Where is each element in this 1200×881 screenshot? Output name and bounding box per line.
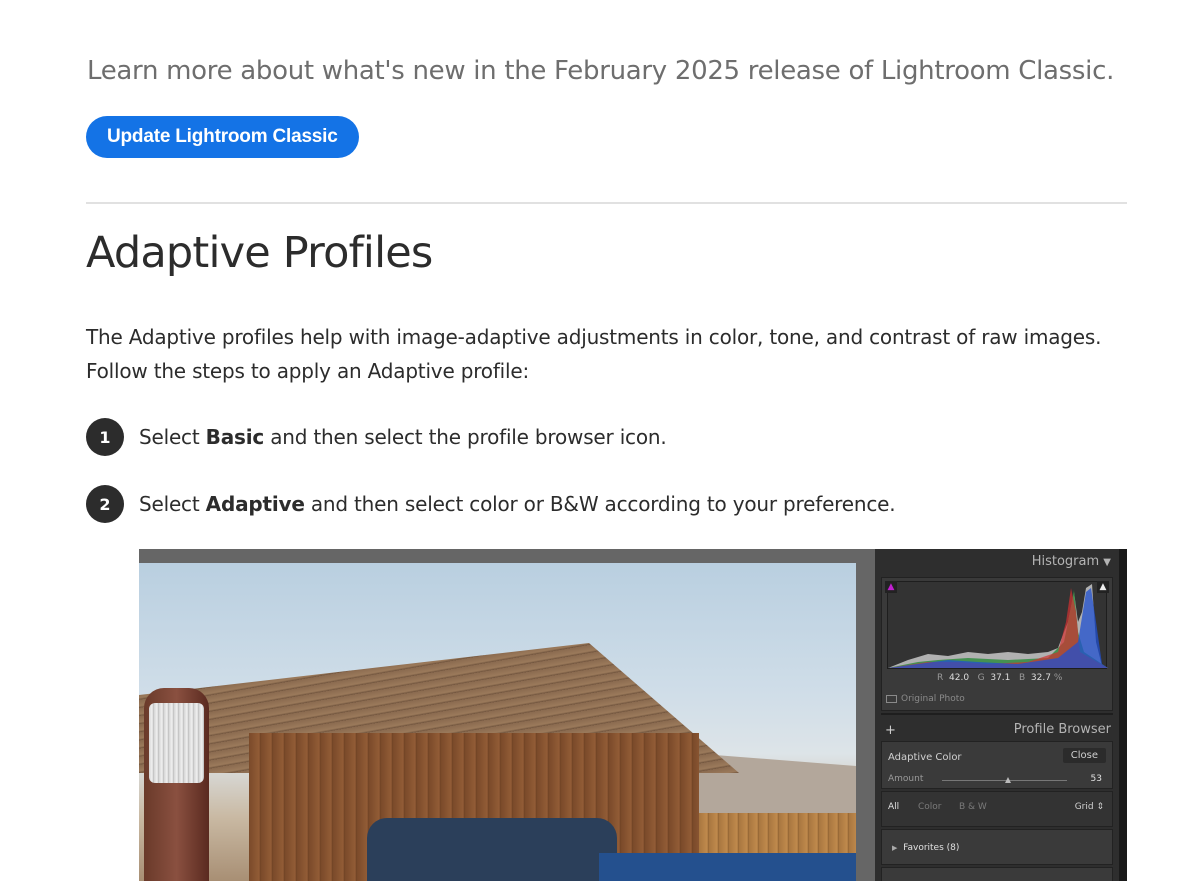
- section-divider: [86, 202, 1127, 204]
- highlight-clipping-icon[interactable]: ▲: [1097, 581, 1109, 593]
- amount-label: Amount: [888, 774, 924, 784]
- panel-scrollbar[interactable]: [1119, 549, 1127, 881]
- filter-color[interactable]: Color: [918, 802, 942, 812]
- original-photo-label: Original Photo: [901, 694, 965, 704]
- profile-filters: All Color B & W Grid ⇕: [881, 791, 1113, 827]
- slider-knob-icon[interactable]: [1005, 777, 1012, 783]
- favorites-text: Favorites (8): [903, 843, 960, 853]
- step-2-text: Select Adaptive and then select color or…: [139, 492, 896, 516]
- profile-browser-title: Profile Browser: [1013, 722, 1111, 737]
- histogram-graph: [888, 584, 1108, 668]
- update-lightroom-button[interactable]: Update Lightroom Classic: [86, 116, 359, 158]
- histogram-title: Histogram: [1031, 554, 1100, 569]
- b-label: B: [1019, 673, 1026, 683]
- step-2: 2 Select Adaptive and then select color …: [86, 485, 896, 523]
- histogram-box: ▲ ▲ R 42.0 G 37.1 B 32.7 % Original Phot…: [881, 577, 1113, 711]
- photo-preview: [139, 563, 856, 881]
- close-button[interactable]: Close: [1062, 748, 1106, 763]
- next-group[interactable]: [881, 867, 1113, 881]
- view-label: Grid: [1074, 802, 1094, 812]
- original-photo-toggle[interactable]: Original Photo: [886, 694, 965, 704]
- amount-value[interactable]: 53: [1091, 774, 1102, 784]
- r-label: R: [937, 673, 944, 683]
- b-value: 32.7: [1030, 673, 1051, 683]
- view-dropdown[interactable]: Grid ⇕: [1075, 802, 1104, 812]
- shadow-clipping-icon[interactable]: ▲: [885, 581, 897, 593]
- r-value: 42.0: [949, 673, 970, 683]
- g-label: G: [977, 673, 985, 683]
- step-1-bold: Basic: [205, 425, 265, 449]
- percent-unit: %: [1053, 673, 1063, 683]
- gas-pump-globe: [149, 703, 204, 783]
- histogram-plot: [887, 581, 1108, 669]
- step-2-prefix: Select: [139, 492, 206, 516]
- rgb-readout: R 42.0 G 37.1 B 32.7 %: [937, 673, 1062, 683]
- section-title: Adaptive Profiles: [86, 228, 433, 278]
- step-1-text: Select Basic and then select the profile…: [139, 425, 667, 449]
- truck-bed: [599, 853, 856, 881]
- filter-bw[interactable]: B & W: [959, 802, 987, 812]
- profile-card: Adaptive Color Close Amount 53: [881, 741, 1113, 789]
- profile-name: Adaptive Color: [888, 752, 962, 763]
- amount-slider[interactable]: [942, 777, 1067, 783]
- favorites-label: ▶ Favorites (8): [892, 843, 959, 853]
- intro-text: Learn more about what's new in the Febru…: [87, 56, 1115, 86]
- photo-frame: [139, 549, 875, 881]
- step-1-prefix: Select: [139, 425, 206, 449]
- g-value: 37.1: [990, 673, 1011, 683]
- disclosure-triangle-icon: ▶: [892, 844, 898, 852]
- step-number-badge: 1: [86, 418, 124, 456]
- favorites-group[interactable]: ▶ Favorites (8): [881, 829, 1113, 865]
- histogram-header[interactable]: Histogram ▼: [1032, 554, 1111, 569]
- panel-separator: [881, 713, 1113, 715]
- plus-icon[interactable]: +: [885, 723, 896, 738]
- step-1: 1 Select Basic and then select the profi…: [86, 418, 667, 456]
- triangle-down-icon[interactable]: ▼: [1103, 557, 1111, 568]
- step-1-suffix: and then select the profile browser icon…: [264, 425, 667, 449]
- chevron-updown-icon: ⇕: [1096, 802, 1104, 812]
- filter-all[interactable]: All: [888, 802, 899, 812]
- truck-cab: [367, 818, 617, 881]
- section-description: The Adaptive profiles help with image-ad…: [86, 325, 1102, 383]
- lightroom-screenshot: Histogram ▼ ▲ ▲ R 42.0 G 37.1 B 32.7 % O…: [139, 549, 1127, 881]
- step-number-badge: 2: [86, 485, 124, 523]
- step-2-bold: Adaptive: [205, 492, 305, 516]
- develop-panel: Histogram ▼ ▲ ▲ R 42.0 G 37.1 B 32.7 % O…: [875, 549, 1127, 881]
- step-2-suffix: and then select color or B&W according t…: [304, 492, 896, 516]
- checkbox-icon[interactable]: [886, 695, 897, 703]
